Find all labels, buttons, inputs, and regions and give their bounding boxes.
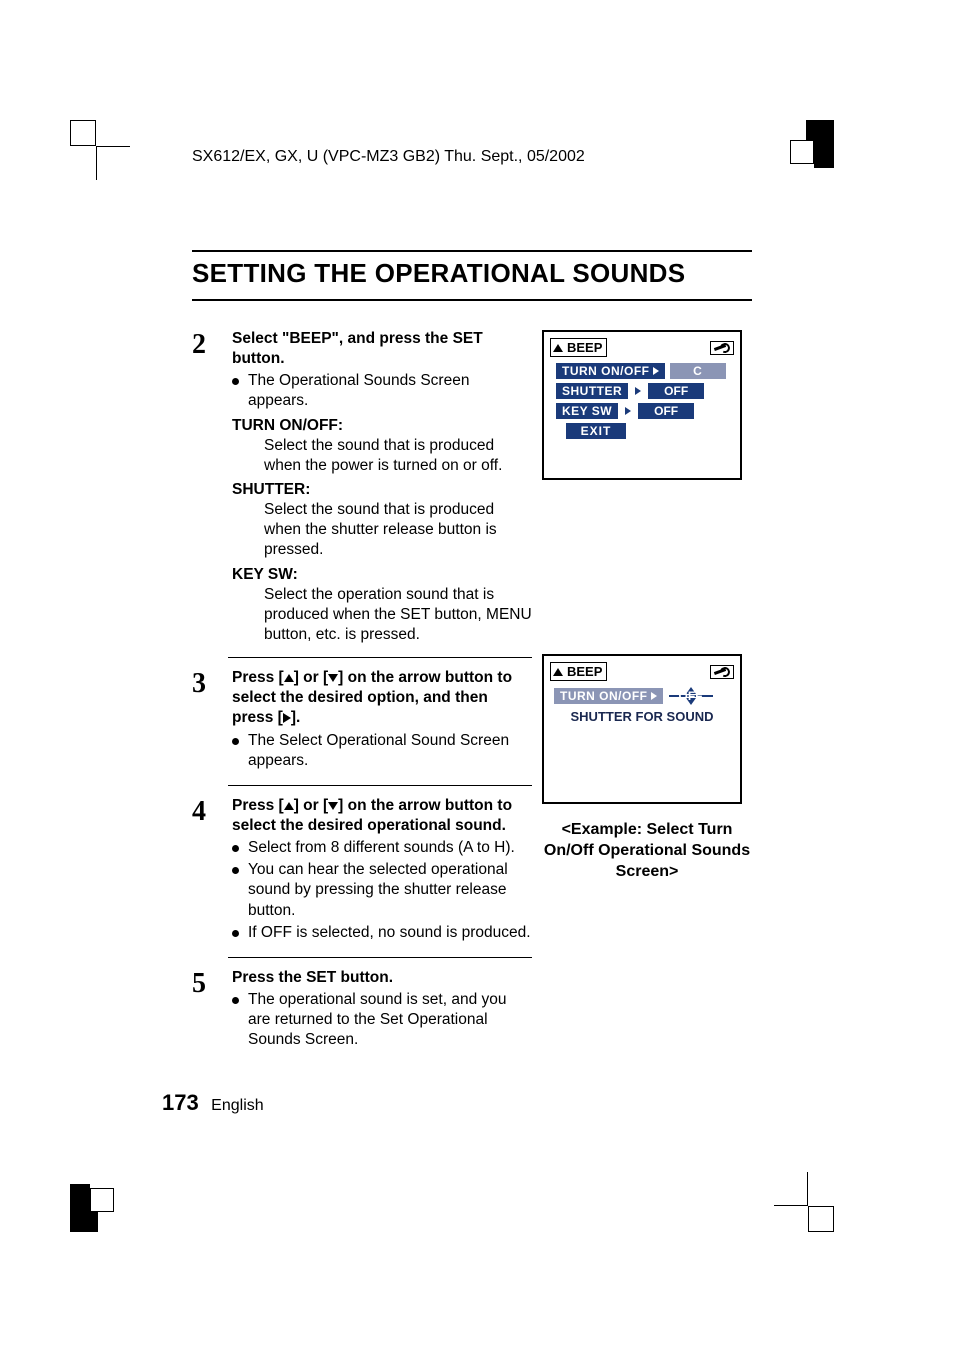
section-title: SETTING THE OPERATIONAL SOUNDS bbox=[192, 258, 752, 289]
label-keysw: KEY SW: bbox=[232, 565, 532, 585]
step-5-bullet: The operational sound is set, and you ar… bbox=[232, 990, 532, 1050]
menu-row-shutter: SHUTTER OFF bbox=[550, 383, 734, 399]
screen1-title-box: BEEP bbox=[550, 338, 607, 357]
lcd-screen-1: BEEP TURN ON/OFF C SHUTTER OFF KEY SW OF… bbox=[542, 330, 742, 480]
lcd-screen-2: BEEP TURN ON/OFF OFF SHUTTER FOR SOUND bbox=[542, 654, 742, 804]
t: ] or [ bbox=[294, 797, 328, 814]
step-4: 4 Press [] or [] on the arrow button to … bbox=[192, 796, 532, 947]
crop-mark-bl bbox=[70, 1172, 130, 1232]
step-number: 2 bbox=[192, 329, 232, 647]
t: Press [ bbox=[232, 797, 284, 814]
step-4-bullet-3: If OFF is selected, no sound is produced… bbox=[232, 923, 532, 943]
t: TURN ON/OFF bbox=[560, 689, 648, 703]
step-4-bullet-1: Select from 8 different sounds (A to H). bbox=[232, 838, 532, 858]
step-4-bullet-2: You can hear the selected operational so… bbox=[232, 860, 532, 920]
down-arrow-icon bbox=[328, 674, 338, 682]
step-2-bullet: The Operational Sounds Screen appears. bbox=[232, 371, 532, 411]
label-shutter: SHUTTER: bbox=[232, 480, 532, 500]
step-3-bullet: The Select Operational Sound Screen appe… bbox=[232, 731, 532, 771]
right-arrow-icon bbox=[653, 367, 659, 375]
divider bbox=[228, 785, 532, 786]
crop-mark-tr bbox=[784, 120, 834, 170]
step-5: 5 Press the SET button. The operational … bbox=[192, 968, 532, 1055]
desc-turnonoff: Select the sound that is produced when t… bbox=[232, 436, 532, 476]
screen2-hint: SHUTTER FOR SOUND bbox=[550, 709, 734, 724]
value-with-arrows: OFF bbox=[669, 687, 713, 705]
menu-value: OFF bbox=[648, 383, 704, 399]
menu-row-turnonoff: TURN ON/OFF C bbox=[550, 363, 734, 379]
desc-shutter: Select the sound that is produced when t… bbox=[232, 500, 532, 560]
wrench-icon bbox=[714, 667, 730, 677]
t: ]. bbox=[291, 709, 300, 726]
up-triangle-icon bbox=[553, 344, 563, 352]
right-arrow-icon bbox=[283, 713, 291, 723]
right-arrow-icon bbox=[625, 407, 631, 415]
step-5-lead: Press the SET button. bbox=[232, 968, 532, 988]
divider bbox=[228, 957, 532, 958]
menu-exit: EXIT bbox=[566, 423, 626, 439]
menu-value: OFF bbox=[638, 403, 694, 419]
tool-icon-box bbox=[710, 341, 734, 355]
tool-icon-box bbox=[710, 665, 734, 679]
menu-label: TURN ON/OFF bbox=[554, 688, 663, 704]
step-number: 5 bbox=[192, 968, 232, 1055]
right-arrow-icon bbox=[635, 387, 641, 395]
up-triangle-icon bbox=[553, 668, 563, 676]
page-language: English bbox=[211, 1097, 263, 1114]
menu-value: C bbox=[670, 363, 726, 379]
right-arrow-icon bbox=[651, 692, 657, 700]
crop-mark-br bbox=[774, 1172, 834, 1232]
down-arrow-icon bbox=[328, 802, 338, 810]
menu-label: KEY SW bbox=[556, 403, 618, 419]
desc-keysw: Select the operation sound that is produ… bbox=[232, 585, 532, 645]
menu-value: OFF bbox=[669, 695, 713, 697]
t: ] or [ bbox=[294, 669, 328, 686]
wrench-icon bbox=[714, 343, 730, 353]
screen-caption: <Example: Select Turn On/Off Operational… bbox=[542, 820, 752, 882]
up-arrow-icon bbox=[284, 802, 294, 810]
menu-row-keysw: KEY SW OFF bbox=[550, 403, 734, 419]
label-turnonoff: TURN ON/OFF: bbox=[232, 416, 532, 436]
screen2-title-box: BEEP bbox=[550, 662, 607, 681]
step-4-lead: Press [] or [] on the arrow button to se… bbox=[232, 796, 532, 836]
step-3: 3 Press [] or [] on the arrow button to … bbox=[192, 668, 532, 775]
menu-label: SHUTTER bbox=[556, 383, 628, 399]
t: TURN ON/OFF bbox=[562, 364, 650, 378]
screen2-title: BEEP bbox=[567, 664, 602, 679]
screen1-title: BEEP bbox=[567, 340, 602, 355]
step-3-lead: Press [] or [] on the arrow button to se… bbox=[232, 668, 532, 728]
step-2-lead: Select "BEEP", and press the SET button. bbox=[232, 329, 532, 369]
up-arrow-icon bbox=[284, 674, 294, 682]
crop-mark-tl bbox=[70, 120, 130, 180]
doc-header: SX612/EX, GX, U (VPC-MZ3 GB2) Thu. Sept.… bbox=[192, 148, 585, 166]
menu-label: TURN ON/OFF bbox=[556, 363, 665, 379]
t: Press [ bbox=[232, 669, 284, 686]
page-number: 173 bbox=[162, 1090, 199, 1115]
step-2: 2 Select "BEEP", and press the SET butto… bbox=[192, 329, 532, 647]
divider bbox=[228, 657, 532, 658]
page-footer: 173 English bbox=[162, 1090, 264, 1116]
step-number: 3 bbox=[192, 668, 232, 775]
step-number: 4 bbox=[192, 796, 232, 947]
section-title-block: SETTING THE OPERATIONAL SOUNDS bbox=[192, 250, 752, 301]
